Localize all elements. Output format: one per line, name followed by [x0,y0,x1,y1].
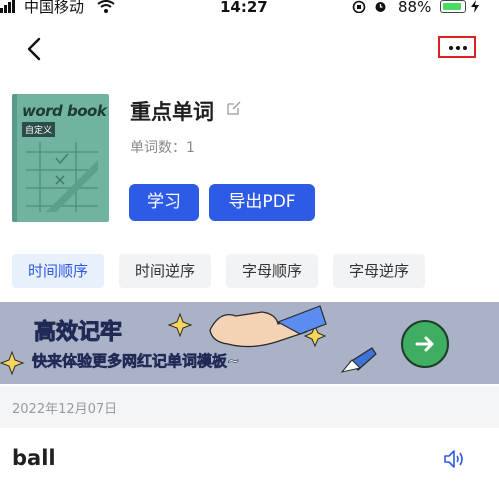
banner-title: 高效记牢 [33,320,123,346]
rotation-lock-icon [352,0,366,13]
banner-arrow-button[interactable] [401,320,449,368]
cover-title: word book [22,102,107,120]
wifi-icon [97,0,115,13]
more-dot [463,46,467,50]
battery-level [443,3,461,10]
battery-icon [440,0,466,13]
clock: 14:27 [220,0,268,16]
alarm-icon [375,2,386,12]
word-text[interactable]: ball [12,446,56,470]
export-pdf-button[interactable]: 导出PDF [209,184,315,221]
signal-icon [0,0,16,15]
checklist-illustration [26,142,98,212]
status-bar: 中国移动 14:27 88% [0,0,499,16]
study-button[interactable]: 学习 [129,184,199,221]
more-options-button[interactable] [438,36,476,58]
wordbook-cover: word book 自定义 [12,94,109,222]
book-spine [12,94,17,222]
word-count: 单词数：1 [130,140,195,156]
sort-tab-time-asc[interactable]: 时间顺序 [12,254,104,288]
more-dot [456,46,460,50]
arrow-right-icon [415,336,434,352]
charging-bolt-icon [471,0,479,13]
sort-tab-alpha-desc[interactable]: 字母逆序 [333,254,425,288]
entry-date: 2022年12月07日 [12,402,118,417]
carrier-label: 中国移动 [24,0,85,16]
back-button[interactable] [24,36,46,62]
wordbook-title: 重点单词 [130,100,214,124]
battery-percent: 88% [398,0,432,16]
cover-tag: 自定义 [22,122,56,137]
sort-tab-alpha-asc[interactable]: 字母顺序 [226,254,318,288]
promo-banner[interactable]: 高效记牢 快来体验更多网红记单词模板~ [0,302,499,384]
banner-subtitle: 快来体验更多网红记单词模板~ [32,352,240,371]
more-dot [449,46,453,50]
sort-tab-time-desc[interactable]: 时间逆序 [119,254,211,288]
edit-icon[interactable] [226,100,242,116]
speaker-icon[interactable] [442,448,466,470]
